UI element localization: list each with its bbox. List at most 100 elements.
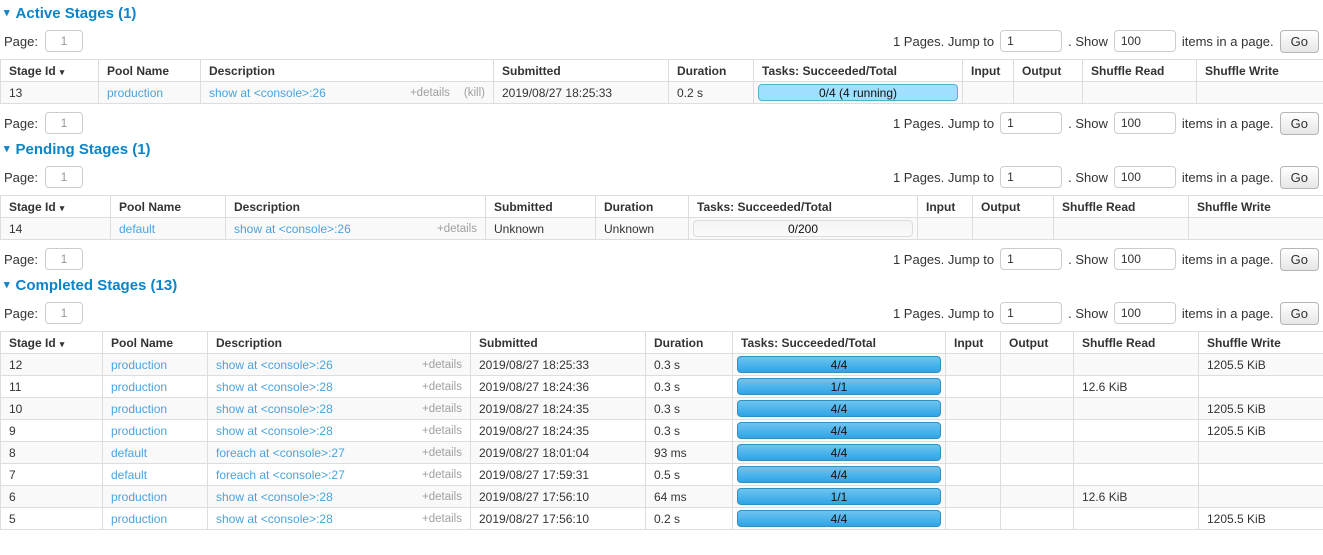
details-toggle[interactable]: +details	[422, 359, 462, 371]
jump-to-input[interactable]	[1000, 248, 1062, 270]
column-header-pool-name[interactable]: Pool Name	[111, 196, 226, 218]
pool-name-link[interactable]: production	[111, 490, 167, 504]
description-link[interactable]: show at <console>:28	[216, 424, 333, 438]
column-header-pool-name[interactable]: Pool Name	[103, 332, 208, 354]
pool-name-link[interactable]: production	[111, 512, 167, 526]
description-link[interactable]: show at <console>:28	[216, 512, 333, 526]
column-header-duration[interactable]: Duration	[646, 332, 733, 354]
column-header-tasks-succeeded-total[interactable]: Tasks: Succeeded/Total	[689, 196, 918, 218]
column-header-submitted[interactable]: Submitted	[494, 60, 669, 82]
details-toggle[interactable]: +details	[422, 447, 462, 459]
pool-name-link[interactable]: default	[111, 446, 147, 460]
column-header-shuffle-read[interactable]: Shuffle Read	[1074, 332, 1199, 354]
description-link[interactable]: show at <console>:28	[216, 402, 333, 416]
details-toggle[interactable]: +details	[422, 425, 462, 437]
go-button[interactable]: Go	[1280, 112, 1319, 135]
show-count-input[interactable]	[1114, 302, 1176, 324]
description-link[interactable]: show at <console>:28	[216, 490, 333, 504]
column-header-duration[interactable]: Duration	[596, 196, 689, 218]
column-header-submitted[interactable]: Submitted	[471, 332, 646, 354]
description-link[interactable]: show at <console>:26	[216, 358, 333, 372]
submitted-cell: 2019/08/27 18:24:36	[471, 376, 646, 398]
page-input[interactable]	[45, 302, 83, 324]
output-cell	[1001, 464, 1074, 486]
stage-id-cell: 10	[1, 398, 103, 420]
duration-cell: 0.5 s	[646, 464, 733, 486]
stage-id-cell: 11	[1, 376, 103, 398]
column-header-output[interactable]: Output	[1014, 60, 1083, 82]
tasks-progress-cell: 4/4	[733, 508, 946, 530]
column-header-shuffle-read[interactable]: Shuffle Read	[1083, 60, 1197, 82]
column-header-description[interactable]: Description	[201, 60, 494, 82]
pool-name-link[interactable]: production	[111, 358, 167, 372]
jump-to-input[interactable]	[1000, 166, 1062, 188]
column-header-tasks-succeeded-total[interactable]: Tasks: Succeeded/Total	[733, 332, 946, 354]
go-button[interactable]: Go	[1280, 302, 1319, 325]
column-header-input[interactable]: Input	[918, 196, 973, 218]
section-title-completed[interactable]: ▾Completed Stages (13)	[4, 277, 1323, 294]
go-button[interactable]: Go	[1280, 248, 1319, 271]
jump-controls: 1 Pages. Jump to. Showitems in a page.Go	[893, 166, 1319, 189]
page-input[interactable]	[45, 166, 83, 188]
details-toggle[interactable]: +details	[422, 403, 462, 415]
jump-to-input[interactable]	[1000, 112, 1062, 134]
show-count-input[interactable]	[1114, 166, 1176, 188]
go-button[interactable]: Go	[1280, 30, 1319, 53]
go-button[interactable]: Go	[1280, 166, 1319, 189]
details-toggle[interactable]: +details	[422, 469, 462, 481]
section-title-active[interactable]: ▾Active Stages (1)	[4, 5, 1323, 22]
pool-name-link[interactable]: default	[111, 468, 147, 482]
pager-active-top: Page:1 Pages. Jump to. Showitems in a pa…	[4, 30, 1319, 52]
page-input[interactable]	[45, 112, 83, 134]
details-toggle[interactable]: +details	[422, 381, 462, 393]
tasks-progress-bar: 4/4	[737, 466, 941, 483]
description-link[interactable]: show at <console>:26	[234, 222, 351, 236]
column-header-tasks-succeeded-total[interactable]: Tasks: Succeeded/Total	[754, 60, 963, 82]
column-header-stage-id[interactable]: Stage Id▾	[1, 196, 111, 218]
column-header-duration[interactable]: Duration	[669, 60, 754, 82]
pool-name-link[interactable]: production	[111, 402, 167, 416]
column-header-description[interactable]: Description	[208, 332, 471, 354]
column-header-shuffle-read[interactable]: Shuffle Read	[1054, 196, 1189, 218]
pool-name-link[interactable]: default	[119, 222, 155, 236]
description-link[interactable]: foreach at <console>:27	[216, 446, 345, 460]
details-toggle[interactable]: +details	[422, 491, 462, 503]
column-header-stage-id[interactable]: Stage Id▾	[1, 332, 103, 354]
show-count-input[interactable]	[1114, 112, 1176, 134]
description-cell: show at <console>:28 +details	[208, 420, 471, 442]
description-link[interactable]: foreach at <console>:27	[216, 468, 345, 482]
column-header-description[interactable]: Description	[226, 196, 486, 218]
page-input[interactable]	[45, 248, 83, 270]
column-header-pool-name[interactable]: Pool Name	[99, 60, 201, 82]
details-toggle[interactable]: +details	[437, 223, 477, 235]
jump-to-input[interactable]	[1000, 302, 1062, 324]
column-header-shuffle-write[interactable]: Shuffle Write	[1199, 332, 1323, 354]
column-header-shuffle-write[interactable]: Shuffle Write	[1189, 196, 1323, 218]
pool-name-cell: production	[99, 82, 201, 104]
details-toggle[interactable]: +details	[422, 513, 462, 525]
stage-row: 5productionshow at <console>:28+details2…	[1, 508, 1323, 530]
column-header-output[interactable]: Output	[1001, 332, 1074, 354]
column-header-output[interactable]: Output	[973, 196, 1054, 218]
column-header-shuffle-write[interactable]: Shuffle Write	[1197, 60, 1323, 82]
details-toggle[interactable]: +details	[410, 87, 450, 99]
page-input[interactable]	[45, 30, 83, 52]
duration-cell: 64 ms	[646, 486, 733, 508]
pool-name-link[interactable]: production	[107, 86, 163, 100]
column-header-submitted[interactable]: Submitted	[486, 196, 596, 218]
header-row: Stage Id▾Pool NameDescriptionSubmittedDu…	[1, 196, 1323, 218]
column-header-stage-id[interactable]: Stage Id▾	[1, 60, 99, 82]
kill-link[interactable]: (kill)	[464, 87, 485, 99]
description-link[interactable]: show at <console>:26	[209, 86, 326, 100]
show-count-input[interactable]	[1114, 30, 1176, 52]
show-count-input[interactable]	[1114, 248, 1176, 270]
jump-to-input[interactable]	[1000, 30, 1062, 52]
column-header-input[interactable]: Input	[963, 60, 1014, 82]
description-link[interactable]: show at <console>:28	[216, 380, 333, 394]
section-title-pending[interactable]: ▾Pending Stages (1)	[4, 141, 1323, 158]
pool-name-link[interactable]: production	[111, 380, 167, 394]
stages-page: ▾Active Stages (1) Page:1 Pages. Jump to.…	[0, 5, 1323, 530]
pool-name-link[interactable]: production	[111, 424, 167, 438]
input-cell	[918, 218, 973, 240]
column-header-input[interactable]: Input	[946, 332, 1001, 354]
